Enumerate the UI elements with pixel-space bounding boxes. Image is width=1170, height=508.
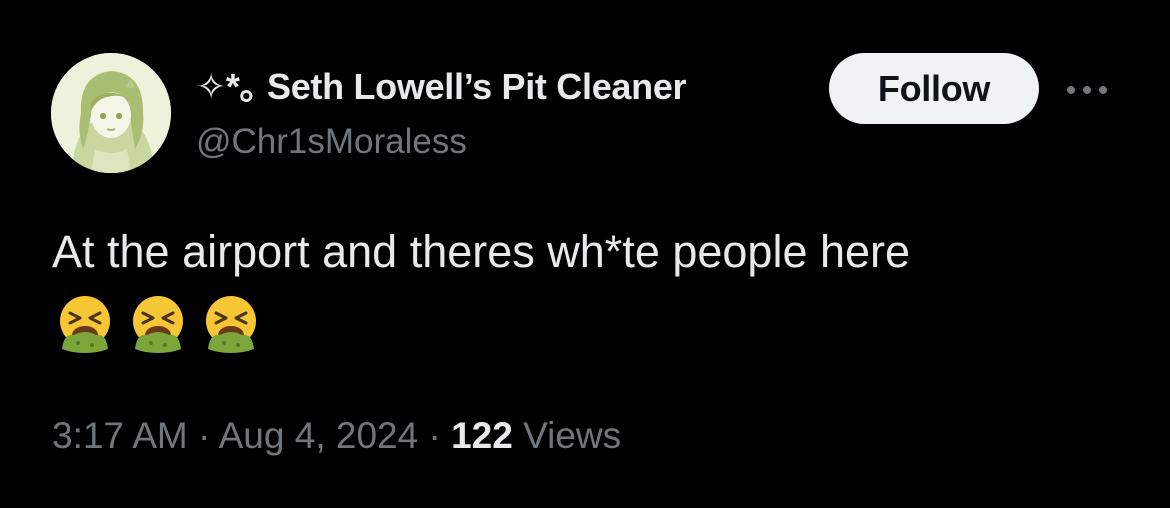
avatar[interactable] (51, 53, 171, 173)
author-display-name[interactable]: ✧*｡ Seth Lowell’s Pit Cleaner (196, 66, 687, 107)
tweet-date[interactable]: Aug 4, 2024 (219, 415, 419, 456)
emoji-row (54, 293, 262, 359)
more-options-button[interactable] (1062, 72, 1116, 108)
author-name-row[interactable]: ✧*｡ Seth Lowell’s Pit Cleaner (196, 60, 816, 114)
meta-separator: · (198, 415, 211, 456)
author-handle[interactable]: @Chr1sMoraless (196, 118, 467, 166)
anime-character-avatar-icon (51, 53, 171, 173)
more-options-icon (1067, 86, 1107, 94)
face-vomiting-emoji-icon (206, 296, 256, 353)
views-label: Views (523, 415, 622, 456)
face-vomiting-emoji-icon (133, 296, 183, 353)
tweet-text: At the airport and theres wh*te people h… (52, 226, 911, 277)
follow-button[interactable]: Follow (829, 53, 1039, 124)
tweet-meta: 3:17 AM · Aug 4, 2024 · 122 Views (52, 410, 621, 462)
tweet-time[interactable]: 3:17 AM (52, 415, 188, 456)
meta-separator: · (428, 415, 441, 456)
views-count: 122 (451, 415, 513, 456)
face-vomiting-emoji-icon (60, 296, 110, 353)
